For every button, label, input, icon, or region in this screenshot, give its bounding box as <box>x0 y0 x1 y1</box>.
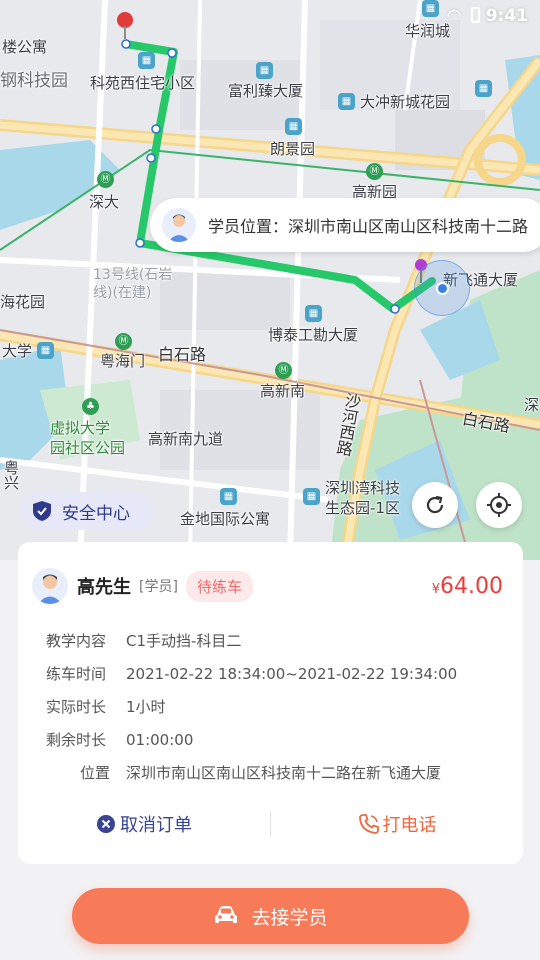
poi-building-icon: ▦ <box>138 52 155 69</box>
student-role: [学员] <box>139 579 178 595</box>
map-label: 大学 <box>2 342 33 360</box>
avatar-icon <box>32 568 68 604</box>
poi-building-icon: ▦ <box>303 488 320 505</box>
map-label: 科苑西住宅小区 <box>90 74 196 92</box>
cancel-order-button[interactable]: 取消订单 <box>18 811 270 837</box>
car-icon <box>215 906 238 923</box>
wifi-icon: ◠ <box>447 6 461 26</box>
refresh-icon <box>426 495 444 514</box>
battery-icon <box>470 7 480 23</box>
refresh-button[interactable] <box>412 482 458 528</box>
map-label: 华润城 <box>405 22 451 40</box>
status-bar: ◠ 9:41 <box>448 6 528 26</box>
map-label: 深 <box>524 396 540 414</box>
call-label: 打电话 <box>382 815 437 836</box>
phone-icon <box>358 814 379 834</box>
map-view[interactable]: ▦ ▦ ▦ ▦ ▦ ▦ ▦ ▦ ▦ ▦ Ⓜ Ⓜ Ⓜ Ⓜ ♣ 楼公寓 钢科技园 科… <box>0 0 540 560</box>
map-label: 朗景园 <box>270 140 316 158</box>
detail-key: 位置 <box>79 764 110 782</box>
student-location-text: 学员位置：深圳市南山区南山区科技南十二路 <box>208 217 529 236</box>
call-button[interactable]: 打电话 <box>271 811 523 837</box>
detail-row: 剩余时长 01:00:00 <box>46 723 503 756</box>
cancel-order-label: 取消订单 <box>120 815 192 836</box>
safety-center-button[interactable]: 安全中心 <box>20 492 154 530</box>
student-location-bubble[interactable]: 学员位置：深圳市南山区南山区科技南十二路 <box>150 198 540 252</box>
detail-row: 实际时长 1小时 <box>46 690 503 723</box>
order-card: 高先生 [学员] 待练车 ¥64.00 教学内容 C1手动挡-科目二 练车时间 … <box>18 542 523 864</box>
detail-value: 2021-02-22 18:34:00~2021-02-22 19:34:00 <box>126 664 458 683</box>
price-amount: 64.00 <box>440 573 503 599</box>
poi-building-icon: ▦ <box>305 305 322 322</box>
metro-station-icon: Ⓜ <box>366 163 383 180</box>
metro-station-icon: Ⓜ <box>275 362 292 379</box>
poi-building-icon: ▦ <box>37 342 54 359</box>
park-icon: ♣ <box>82 398 99 415</box>
shield-icon <box>33 501 51 521</box>
order-details: 教学内容 C1手动挡-科目二 练车时间 2021-02-22 18:34:00~… <box>46 624 503 789</box>
detail-row: 教学内容 C1手动挡-科目二 <box>46 624 503 657</box>
order-card-header: 高先生 [学员] 待练车 ¥64.00 <box>32 566 503 606</box>
order-actions: 取消订单 打电话 <box>18 808 523 840</box>
pickup-student-label: 去接学员 <box>251 906 328 929</box>
map-label: 金地国际公寓 <box>180 510 271 528</box>
detail-key: 教学内容 <box>46 632 107 650</box>
locate-icon <box>487 493 511 517</box>
metro-station-icon: Ⓜ <box>115 333 132 350</box>
destination-pin-icon[interactable] <box>114 10 136 40</box>
map-label: 深圳湾科技 生态园-1区 <box>325 479 401 517</box>
map-label: 博泰工勘大厦 <box>268 326 359 344</box>
status-time: 9:41 <box>485 6 528 26</box>
detail-key: 实际时长 <box>46 698 107 716</box>
map-label: 深大 <box>89 193 120 211</box>
map-label: 高新南 <box>260 382 306 400</box>
map-label: 富利臻大厦 <box>228 82 304 100</box>
detail-row: 练车时间 2021-02-22 18:34:00~2021-02-22 19:3… <box>46 657 503 690</box>
poi-building-icon: ▦ <box>422 0 439 17</box>
map-label: 钢科技园 <box>0 71 68 91</box>
detail-value: C1手动挡-科目二 <box>126 632 242 650</box>
map-label: 虚拟大学 园社区公园 <box>50 419 126 457</box>
safety-center-label: 安全中心 <box>62 503 130 524</box>
detail-key: 练车时间 <box>46 665 107 683</box>
map-label: 粤兴 <box>2 460 20 490</box>
location-dot-icon <box>436 282 449 295</box>
order-price: ¥64.00 <box>432 574 503 599</box>
metro-station-icon: Ⓜ <box>97 171 114 188</box>
close-circle-icon <box>97 815 115 833</box>
map-label: 粤海门 <box>100 352 146 370</box>
pickup-student-button[interactable]: 去接学员 <box>72 888 469 944</box>
map-label: 海花园 <box>0 293 46 311</box>
map-label: 高新南九道 <box>148 430 224 448</box>
map-label: 13号线(石岩 线)(在建) <box>93 267 173 301</box>
poi-building-icon: ▦ <box>475 80 492 97</box>
detail-key: 剩余时长 <box>46 731 107 749</box>
poi-building-icon: ▦ <box>285 118 302 135</box>
detail-value: 1小时 <box>126 698 166 716</box>
status-badge: 待练车 <box>185 570 253 602</box>
locate-button[interactable] <box>476 482 522 528</box>
detail-row-position: 位置 深圳市南山区南山区科技南十二路在新飞通大厦 <box>28 756 503 789</box>
detail-value-position: 深圳市南山区南山区科技南十二路在新飞通大厦 <box>126 764 442 782</box>
poi-building-icon: ▦ <box>338 93 355 110</box>
avatar-icon <box>162 208 196 242</box>
student-name: 高先生 <box>77 577 131 598</box>
price-currency: ¥ <box>431 581 441 597</box>
detail-value: 01:00:00 <box>126 730 194 749</box>
road-label: 白石路 <box>158 345 207 364</box>
poi-building-icon: ▦ <box>256 62 273 79</box>
poi-building-icon: ▦ <box>220 488 237 505</box>
map-label: 大冲新城花园 <box>360 93 451 111</box>
map-label: 楼公寓 <box>2 38 48 56</box>
